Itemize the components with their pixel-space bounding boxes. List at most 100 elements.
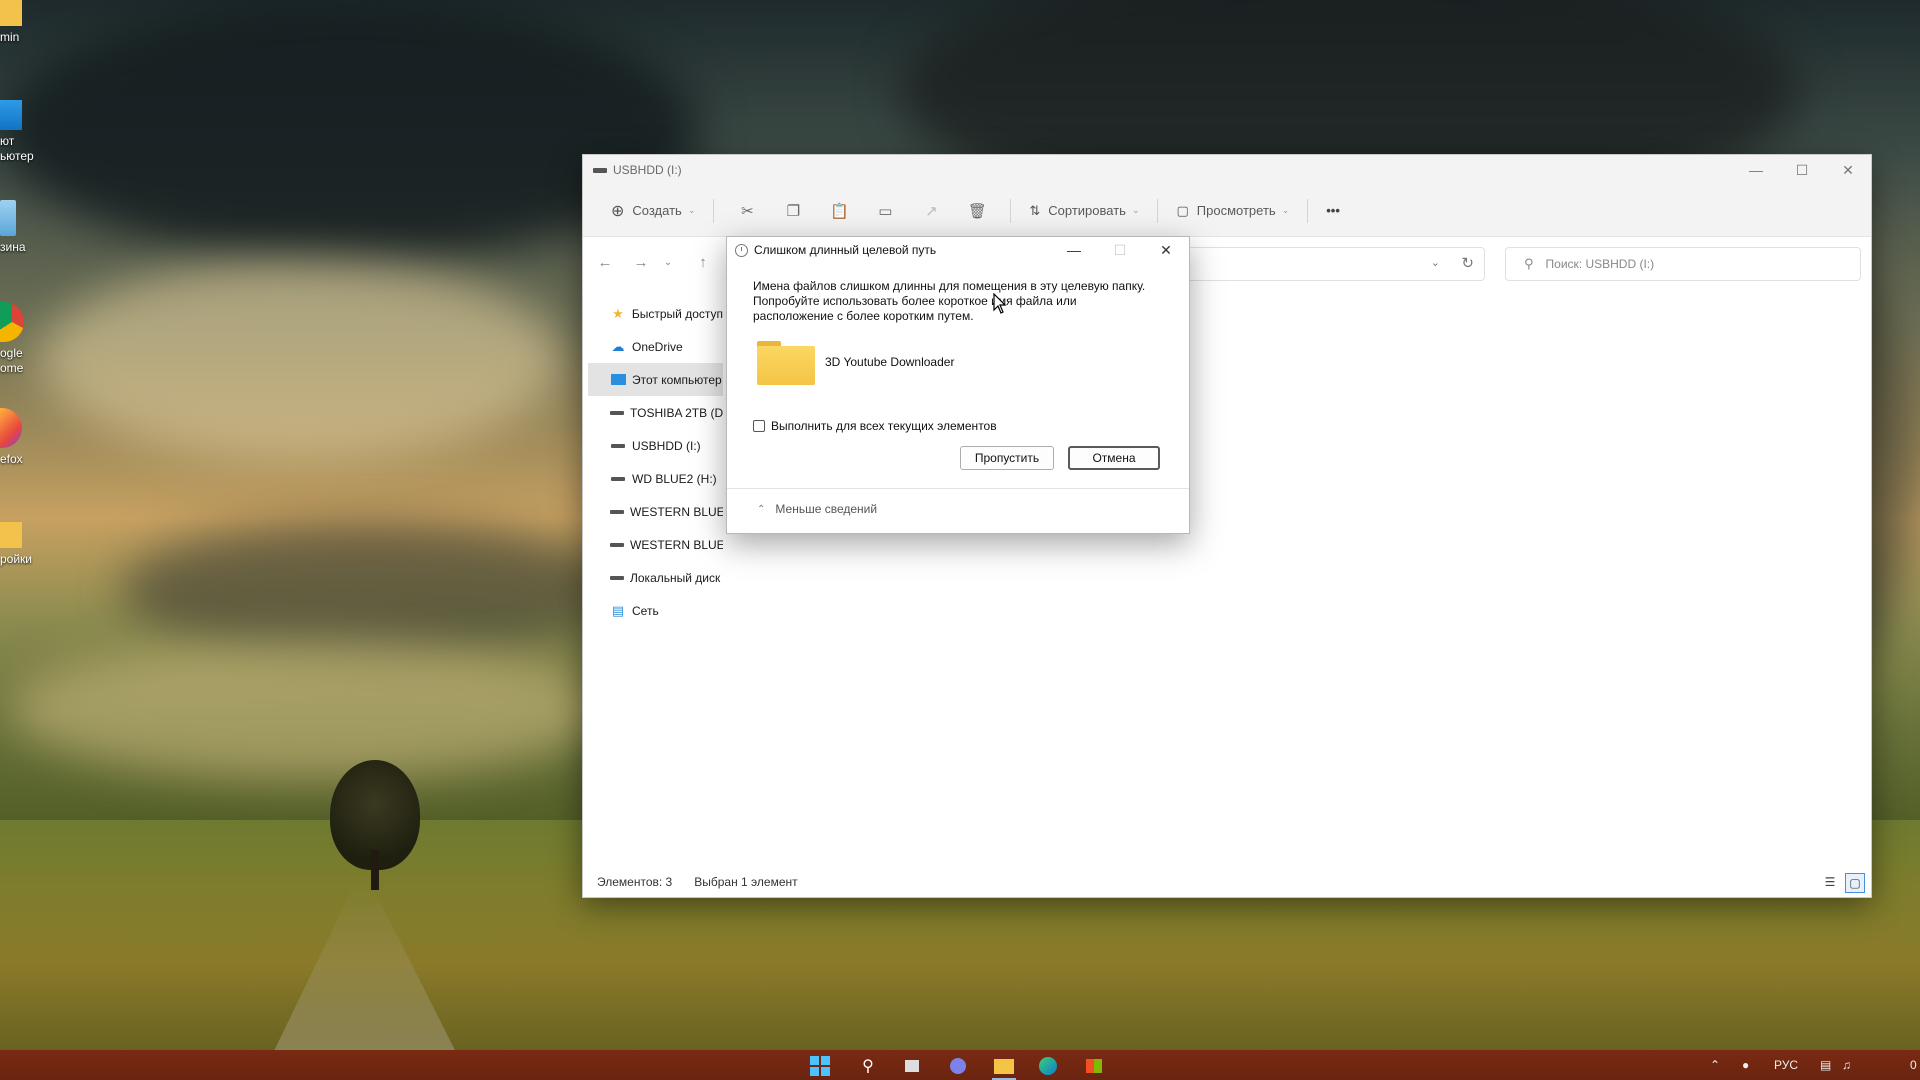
toolbar-divider [1157, 198, 1159, 223]
status-bar: Элементов: 3 Выбран 1 элемент ☰ ▢ [583, 867, 1871, 897]
network-icon[interactable]: ▤ [1820, 1058, 1831, 1072]
start-button[interactable] [808, 1054, 832, 1078]
network-icon: ▤ [611, 602, 625, 618]
back-button[interactable]: ← [589, 254, 621, 271]
dialog-divider [727, 488, 1189, 489]
clock[interactable]: 0 [1910, 1058, 1917, 1072]
toolbar-divider [713, 198, 715, 223]
sidebar-item-wdblue2-drive[interactable]: WD BLUE2 (H:) [583, 462, 723, 495]
dialog-titlebar[interactable]: Слишком длинный целевой путь — ☐ ✕ [727, 237, 1189, 263]
sidebar-item-label: Этот компьютер [632, 372, 722, 387]
drive-icon [610, 506, 624, 518]
store-button[interactable] [1082, 1054, 1106, 1078]
file-explorer-taskbar-button[interactable] [992, 1054, 1016, 1080]
minimize-button[interactable]: — [1733, 155, 1779, 185]
address-bar[interactable]: ⌄ ↻ [1183, 247, 1485, 281]
tree-trunk [371, 850, 379, 890]
chevron-down-icon: ⌄ [1281, 205, 1290, 215]
more-button[interactable]: ••• [1318, 195, 1348, 227]
recent-locations-button[interactable]: ⌄ [657, 257, 679, 268]
desktop-icon-settings-folder[interactable]: ройки [0, 522, 33, 566]
checkbox-box[interactable] [753, 420, 765, 432]
desktop-icon-label: ройки [0, 552, 33, 566]
teams-button[interactable] [946, 1054, 970, 1078]
item-count: Элементов: 3 [597, 875, 673, 889]
sidebar-item-onedrive[interactable]: ☁ OneDrive [583, 330, 723, 363]
drive-icon [610, 440, 626, 452]
dialog-close-button[interactable]: ✕ [1143, 237, 1189, 263]
sidebar-item-toshiba-drive[interactable]: TOSHIBA 2TB (D:) [583, 396, 723, 429]
dialog-message-line: Попробуйте использовать более короткое и… [753, 294, 1077, 308]
input-language[interactable]: РУС [1774, 1058, 1798, 1072]
search-input[interactable]: ⚲ Поиск: USBHDD (I:) [1505, 247, 1861, 281]
sidebar-item-network[interactable]: ▤ Сеть [583, 594, 723, 627]
sort-arrows-icon: ⇅ [1029, 202, 1041, 218]
sidebar-item-this-pc[interactable]: Этот компьютер [588, 363, 723, 396]
copy-button[interactable]: ❐ [778, 195, 808, 227]
desktop-icon-recycle-bin[interactable]: зина [0, 200, 30, 254]
up-button[interactable]: ↑ [687, 254, 719, 271]
drive-icon [610, 407, 624, 419]
apply-to-all-checkbox[interactable]: Выполнить для всех текущих элементов [753, 419, 997, 433]
windows-logo-icon [810, 1056, 830, 1076]
monitor-icon [610, 374, 626, 386]
microphone-icon[interactable]: ● [1742, 1058, 1749, 1072]
sort-button[interactable]: ⇅ Сортировать ⌄ [1021, 195, 1147, 227]
maximize-button[interactable]: ☐ [1779, 155, 1825, 185]
arrow-left-icon: ← [597, 253, 613, 271]
desktop-icon-this-pc[interactable]: ют ьютер [0, 100, 34, 164]
forward-button[interactable]: → [625, 254, 657, 271]
desktop-icon-label: ют ьютер [0, 134, 34, 163]
copy-icon: ❐ [786, 202, 801, 220]
search-icon: ⚲ [862, 1058, 874, 1075]
toolbar-divider [1307, 198, 1309, 223]
sidebar-item-quick-access[interactable]: ★ Быстрый доступ [583, 297, 723, 330]
explorer-titlebar[interactable]: USBHDD (I:) — ☐ ✕ [583, 155, 1871, 185]
chevron-up-icon: ⌃ [757, 503, 766, 515]
details-view-button[interactable]: ☰ [1821, 873, 1839, 891]
share-button[interactable]: ↗ [916, 195, 946, 227]
chevron-down-icon[interactable]: ⌄ [1431, 256, 1440, 269]
skip-button[interactable]: Пропустить [960, 446, 1054, 470]
volume-icon[interactable]: ♫ [1842, 1058, 1851, 1072]
cut-button[interactable]: ✂ [732, 195, 762, 227]
plus-circle-icon: ⊕ [611, 202, 625, 220]
rename-button[interactable]: ▭ [870, 195, 900, 227]
chevron-up-icon[interactable]: ⌃ [1710, 1058, 1720, 1072]
dialog-title: Слишком длинный целевой путь [754, 243, 937, 257]
refresh-icon[interactable]: ↻ [1461, 254, 1474, 272]
taskbar-search-button[interactable]: ⚲ [856, 1054, 880, 1078]
tiles-icon: ▢ [1849, 876, 1861, 890]
sidebar-item-label: WESTERN BLUE (F:) [630, 504, 723, 519]
delete-button[interactable]: 🗑 [962, 195, 992, 227]
recycle-bin-icon [0, 200, 16, 236]
sidebar-item-label: Быстрый доступ [631, 306, 723, 321]
dialog-message-line: Имена файлов слишком длинны для помещени… [753, 279, 1146, 293]
clipboard-icon: 📋 [830, 202, 849, 220]
sidebar-item-usbhdd-drive[interactable]: USBHDD (I:) [583, 429, 723, 462]
mouse-cursor-icon [993, 292, 1007, 318]
chat-icon [950, 1058, 966, 1074]
desktop-icon-chrome[interactable]: ogle ome [0, 302, 30, 376]
sidebar-item-label: TOSHIBA 2TB (D:) [630, 405, 723, 420]
desktop-icon-label: ogle ome [0, 346, 24, 375]
paste-button[interactable]: 📋 [824, 195, 854, 227]
tiles-view-button[interactable]: ▢ [1845, 873, 1865, 893]
close-button[interactable]: ✕ [1825, 155, 1871, 185]
more-dots-icon: ••• [1326, 203, 1340, 218]
sidebar-item-label: WD BLUE2 (H:) [632, 471, 717, 486]
cancel-button[interactable]: Отмена [1068, 446, 1160, 470]
task-view-button[interactable] [900, 1054, 924, 1078]
sidebar-item-label: Локальный диск (E:) [630, 570, 723, 585]
desktop-icon-user-folder[interactable]: min [0, 0, 30, 44]
sidebar-item-western-blue3-drive[interactable]: WESTERN BLUE3 (G:) [583, 528, 723, 561]
edge-button[interactable] [1036, 1054, 1060, 1078]
sidebar-item-western-blue-drive[interactable]: WESTERN BLUE (F:) [583, 495, 723, 528]
desktop-icon-label: min [0, 30, 20, 44]
view-button[interactable]: ▢ Просмотреть ⌄ [1168, 195, 1297, 227]
desktop-icon-firefox[interactable]: efox [0, 408, 30, 466]
sidebar-item-local-disk[interactable]: Локальный диск (E:) [583, 561, 723, 594]
create-button[interactable]: ⊕ Создать ⌄ [603, 195, 703, 227]
less-details-toggle[interactable]: ⌃ Меньше сведений [757, 502, 877, 516]
dialog-minimize-button[interactable]: — [1051, 237, 1097, 263]
